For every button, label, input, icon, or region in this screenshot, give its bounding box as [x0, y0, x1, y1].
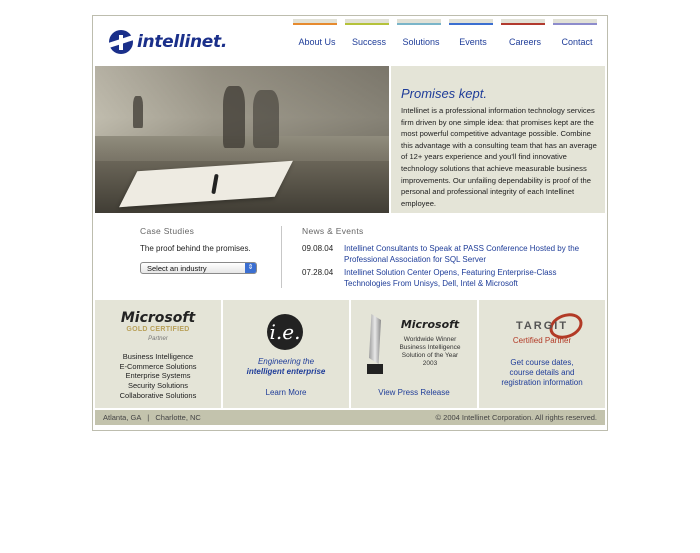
partner-tiles: Microsoft GOLD CERTIFIED Partner Busines…	[95, 300, 605, 408]
person-silhouette	[253, 90, 279, 148]
news-events-title: News & Events	[302, 226, 364, 236]
nav-label[interactable]: About Us	[291, 37, 343, 47]
nav-color-tab	[501, 19, 545, 25]
nav-label[interactable]: Events	[447, 37, 499, 47]
select-arrows-icon: ⇕	[245, 263, 256, 273]
industry-select[interactable]: Select an industry ⇕	[140, 262, 257, 274]
person-silhouette	[223, 86, 245, 148]
intellinet-logo-icon	[109, 30, 133, 54]
hero-body: Intellinet is a professional information…	[401, 106, 597, 208]
ie-tagline-line-2: intelligent enterprise	[246, 367, 326, 376]
hero-panel: Promises kept. Intellinet is a professio…	[391, 66, 605, 213]
nav-item-about-us[interactable]: About Us	[291, 16, 343, 56]
view-press-release-link[interactable]: View Press Release	[351, 388, 477, 397]
microsoft-gold-tile: Microsoft GOLD CERTIFIED Partner Busines…	[95, 300, 223, 408]
nav-label[interactable]: Contact	[551, 37, 603, 47]
intellinet-logo[interactable]: intellinet.	[109, 28, 227, 56]
service-item: Security Solutions	[127, 381, 189, 391]
case-studies-subtitle: The proof behind the promises.	[140, 244, 251, 253]
targit-logo: TARGIT	[515, 320, 569, 332]
service-item: Business Intelligence	[122, 352, 194, 361]
service-item: Collaborative Solutions	[119, 390, 197, 400]
nav-color-tab	[397, 19, 441, 25]
nav-color-tab	[293, 19, 337, 25]
nav-label[interactable]: Solutions	[395, 37, 447, 47]
targit-tile[interactable]: TARGIT Certified Partner Get course date…	[479, 300, 605, 408]
award-line: Business Intelligence	[399, 344, 461, 351]
ie-tagline-line-1: Engineering the	[257, 357, 315, 366]
logo-text: intellinet.	[137, 32, 227, 52]
footer: Atlanta, GA | Charlotte, NC © 2004 Intel…	[95, 410, 605, 425]
nav-color-tab	[345, 19, 389, 25]
nav-item-solutions[interactable]: Solutions	[395, 16, 447, 56]
award-tile[interactable]: Microsoft Worldwide Winner Business Inte…	[351, 300, 479, 408]
footer-locations: Atlanta, GA | Charlotte, NC	[103, 413, 201, 422]
news-link[interactable]: Intellinet Consultants to Speak at PASS …	[344, 244, 584, 265]
news-date: 09.08.04	[302, 244, 334, 253]
microsoft-logo: Microsoft	[120, 310, 196, 326]
nav-label[interactable]: Careers	[499, 37, 551, 47]
award-line: Solution of the Year	[401, 352, 459, 359]
nav-item-events[interactable]: Events	[447, 16, 499, 56]
main-nav: About Us Success Solutions Events Career…	[291, 16, 603, 56]
nav-item-careers[interactable]: Careers	[499, 16, 551, 56]
partner-label: Partner	[148, 336, 168, 342]
award-line: Worldwide Winner	[403, 336, 457, 343]
certified-partner-label: Certified Partner	[512, 336, 572, 345]
service-item: Enterprise Systems	[125, 371, 191, 381]
nav-color-tab	[553, 19, 597, 25]
course-link-line: course details and	[509, 368, 575, 377]
microsoft-logo: Microsoft	[400, 318, 460, 331]
nav-item-contact[interactable]: Contact	[551, 16, 603, 56]
course-link-line: registration information	[501, 378, 583, 387]
nav-label[interactable]: Success	[343, 37, 395, 47]
industry-select-value: Select an industry	[147, 264, 207, 273]
gold-certified-badge: GOLD CERTIFIED	[126, 326, 190, 333]
news-link[interactable]: Intellinet Solution Center Opens, Featur…	[344, 268, 584, 289]
hero-title: Promises kept.	[401, 86, 487, 101]
course-link-line: Get course dates,	[510, 358, 574, 367]
award-line: 2003	[422, 360, 438, 367]
section-divider	[281, 226, 282, 288]
page-frame: intellinet. About Us Success Solutions E…	[92, 15, 608, 431]
hero-meeting-photo	[95, 66, 389, 213]
trophy-icon	[367, 314, 383, 374]
case-studies-title: Case Studies	[140, 226, 195, 236]
footer-copyright: © 2004 Intellinet Corporation. All right…	[435, 413, 597, 422]
course-info-link[interactable]: Get course dates, course details and reg…	[479, 358, 605, 388]
person-silhouette	[133, 96, 143, 128]
news-date: 07.28.04	[302, 268, 334, 277]
service-item: E-Commerce Solutions	[119, 361, 197, 371]
nav-color-tab	[449, 19, 493, 25]
learn-more-link[interactable]: Learn More	[223, 388, 349, 397]
services-list: Business Intelligence E-Commerce Solutio…	[95, 352, 221, 401]
nav-item-success[interactable]: Success	[343, 16, 395, 56]
ie-tile[interactable]: i.e. Engineering the intelligent enterpr…	[223, 300, 351, 408]
award-text: Worldwide Winner Business Intelligence S…	[389, 336, 471, 368]
ie-logo-icon: i.e.	[267, 314, 303, 350]
